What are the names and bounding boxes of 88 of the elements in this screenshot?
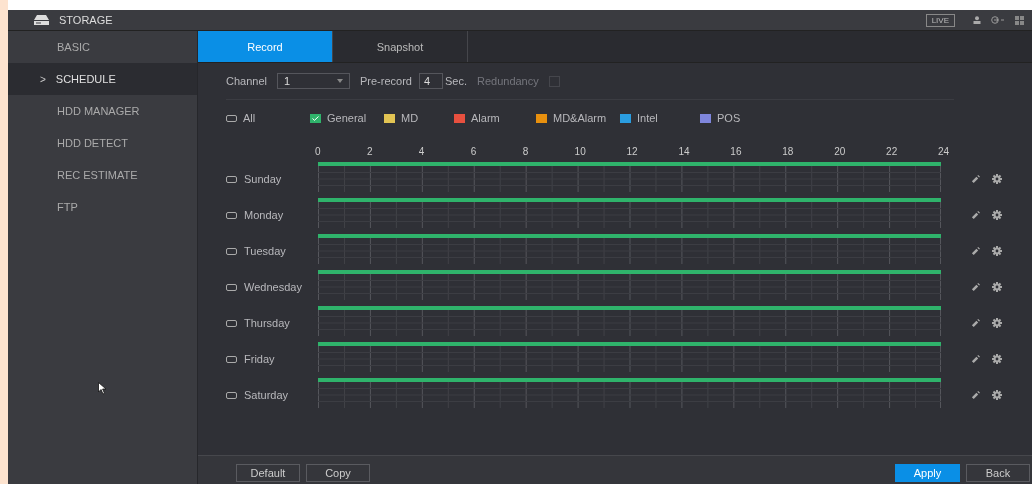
legend-swatch[interactable]: [310, 113, 321, 123]
checkbox[interactable]: [226, 319, 237, 327]
sidebar-item[interactable]: > SCHEDULE: [8, 63, 197, 95]
channel-label: Channel: [226, 75, 267, 87]
caret-icon: [337, 79, 343, 83]
day-label: Tuesday: [244, 245, 286, 257]
checkbox[interactable]: [226, 247, 237, 255]
pencil-icon[interactable]: [971, 246, 980, 255]
legend-label: MD&Alarm: [553, 112, 607, 124]
hour-label: 16: [730, 146, 742, 157]
settings-icon[interactable]: [992, 390, 1002, 400]
hour-label: 4: [418, 146, 425, 157]
legend-label: All: [243, 112, 256, 124]
day-label: Monday: [244, 209, 284, 221]
apply-button[interactable]: Apply: [895, 464, 960, 482]
sidebar-item-label: HDD MANAGER: [57, 105, 140, 117]
sidebar-item-label: REC ESTIMATE: [57, 169, 138, 181]
pencil-icon[interactable]: [971, 318, 980, 327]
hour-label: 24: [938, 146, 950, 157]
grid-icon[interactable]: [1015, 15, 1024, 25]
checkbox[interactable]: [226, 391, 237, 399]
sidebar-item[interactable]: HDD MANAGER: [8, 95, 197, 127]
settings-icon[interactable]: [992, 318, 1002, 328]
storage-drive-icon: [34, 15, 49, 25]
chevron-marker: >: [40, 73, 46, 85]
mouse-cursor-icon: [98, 382, 108, 395]
day-label: Wednesday: [244, 281, 302, 293]
pencil-icon[interactable]: [971, 390, 980, 399]
hour-label: 6: [470, 146, 477, 157]
settings-icon[interactable]: [992, 282, 1002, 292]
day-label: Sunday: [244, 173, 282, 185]
legend-label: Alarm: [471, 112, 500, 124]
pencil-icon[interactable]: [971, 210, 980, 219]
sidebar-item-label: BASIC: [57, 41, 90, 53]
channel-dropdown[interactable]: 1: [277, 73, 350, 89]
tab[interactable]: Record: [198, 31, 333, 62]
sidebar-item[interactable]: REC ESTIMATE: [8, 159, 197, 191]
hour-label: 14: [678, 146, 690, 157]
legend-swatch[interactable]: [700, 113, 711, 123]
settings-icon[interactable]: [992, 174, 1002, 184]
legend-label: POS: [717, 112, 741, 124]
settings-icon[interactable]: [992, 210, 1002, 220]
user-icon[interactable]: [973, 16, 981, 24]
footer-button[interactable]: Copy: [306, 464, 370, 482]
checkbox[interactable]: [226, 114, 237, 122]
back-button[interactable]: Back: [966, 464, 1030, 482]
logout-icon[interactable]: [991, 16, 1005, 24]
legend-swatch[interactable]: [384, 113, 395, 123]
hour-label: 18: [782, 146, 794, 157]
tab[interactable]: Snapshot: [333, 31, 468, 62]
checkbox[interactable]: [226, 211, 237, 219]
settings-icon[interactable]: [992, 246, 1002, 256]
live-button[interactable]: LIVE: [925, 13, 955, 27]
pencil-icon[interactable]: [971, 354, 980, 363]
sidebar-item[interactable]: FTP: [8, 191, 197, 223]
hour-label: 0: [315, 146, 321, 157]
day-label: Saturday: [244, 389, 289, 401]
day-label: Thursday: [244, 317, 290, 329]
legend-swatch[interactable]: [620, 113, 631, 123]
hour-label: 12: [626, 146, 638, 157]
sidebar-item[interactable]: HDD DETECT: [8, 127, 197, 159]
legend-swatch[interactable]: [536, 113, 547, 123]
prerecord-label: Pre-record: [360, 75, 412, 87]
seconds-unit: Sec.: [444, 75, 467, 87]
hour-label: 10: [574, 146, 586, 157]
prerecord-field[interactable]: 4: [418, 73, 443, 89]
redundancy-label: Redundancy: [476, 75, 539, 87]
legend-swatch[interactable]: [454, 113, 465, 123]
checkbox[interactable]: [226, 355, 237, 363]
sidebar-item[interactable]: BASIC: [8, 31, 197, 63]
hour-label: 8: [522, 146, 529, 157]
day-label: Friday: [244, 353, 275, 365]
sidebar-item-label: FTP: [57, 201, 78, 213]
legend-label: Intel: [637, 112, 658, 124]
settings-icon[interactable]: [992, 354, 1002, 364]
sidebar-item-label: HDD DETECT: [57, 137, 128, 149]
checkbox[interactable]: [226, 175, 237, 183]
sidebar-item-label: SCHEDULE: [55, 73, 116, 85]
legend-label: MD: [401, 112, 419, 124]
hour-label: 20: [834, 146, 846, 157]
checkbox[interactable]: [226, 283, 237, 291]
hour-label: 22: [886, 146, 898, 157]
hour-label: 2: [366, 146, 373, 157]
pencil-icon[interactable]: [971, 174, 980, 183]
legend-label: General: [327, 112, 367, 124]
pencil-icon[interactable]: [971, 282, 980, 291]
page-title: STORAGE: [59, 14, 113, 26]
footer-button[interactable]: Default: [236, 464, 300, 482]
